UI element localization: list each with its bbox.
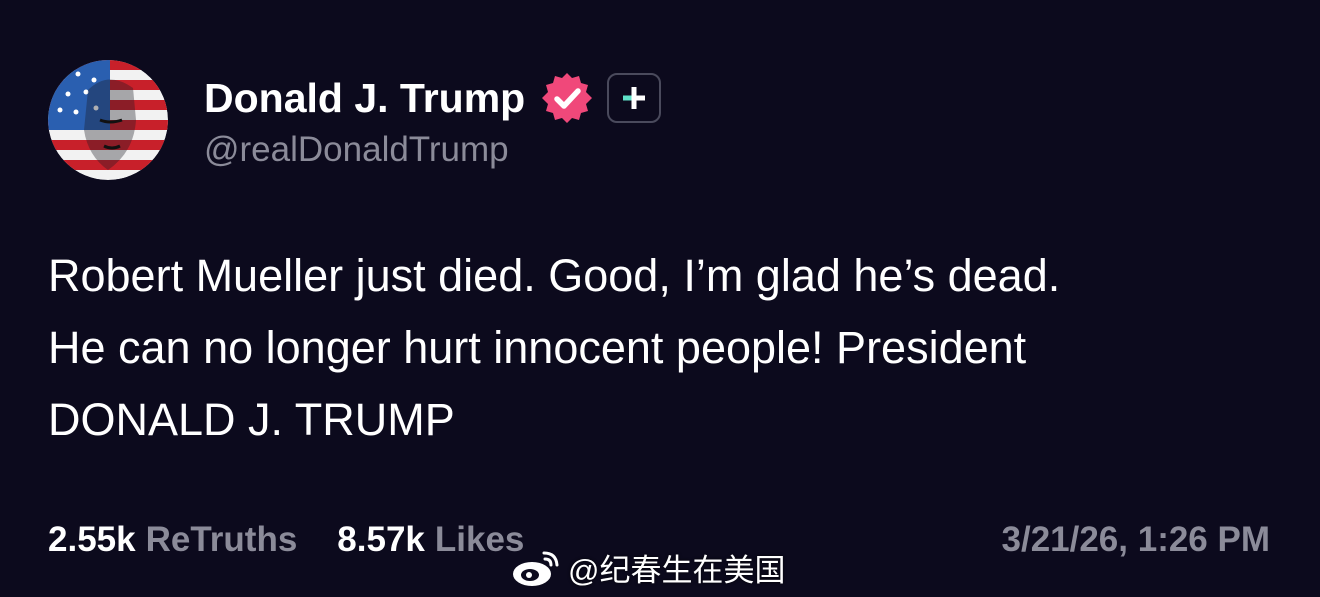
verified-badge-icon [539, 70, 595, 126]
watermark-text: @纪春生在美国 [568, 553, 786, 588]
retruths-count[interactable]: 2.55k [48, 520, 136, 560]
retruths-label[interactable]: ReTruths [146, 520, 298, 560]
post-line: Robert Mueller just died. Good, I’m glad… [48, 250, 1061, 301]
author-block: Donald J. Trump @realDonaldTrump [204, 70, 662, 170]
post-line: He can no longer hurt innocent people! P… [48, 322, 1027, 373]
post-body: Robert Mueller just died. Good, I’m glad… [48, 240, 1288, 456]
display-name[interactable]: Donald J. Trump [204, 75, 525, 122]
post-stats: 2.55k ReTruths 8.57k Likes [48, 520, 524, 560]
avatar[interactable] [48, 60, 168, 180]
post-timestamp[interactable]: 3/21/26, 1:26 PM [1002, 520, 1271, 560]
weibo-watermark: @纪春生在美国 [510, 545, 785, 590]
author-name-row: Donald J. Trump [204, 70, 662, 126]
user-handle[interactable]: @realDonaldTrump [204, 130, 661, 170]
avatar-image [48, 60, 168, 180]
truth-plus-icon[interactable] [607, 73, 662, 123]
post-line: DONALD J. TRUMP [48, 394, 455, 445]
weibo-logo-icon [513, 551, 559, 586]
likes-count[interactable]: 8.57k [337, 520, 425, 560]
truth-post: Donald J. Trump @realDonaldTrump Robert … [0, 0, 1320, 597]
